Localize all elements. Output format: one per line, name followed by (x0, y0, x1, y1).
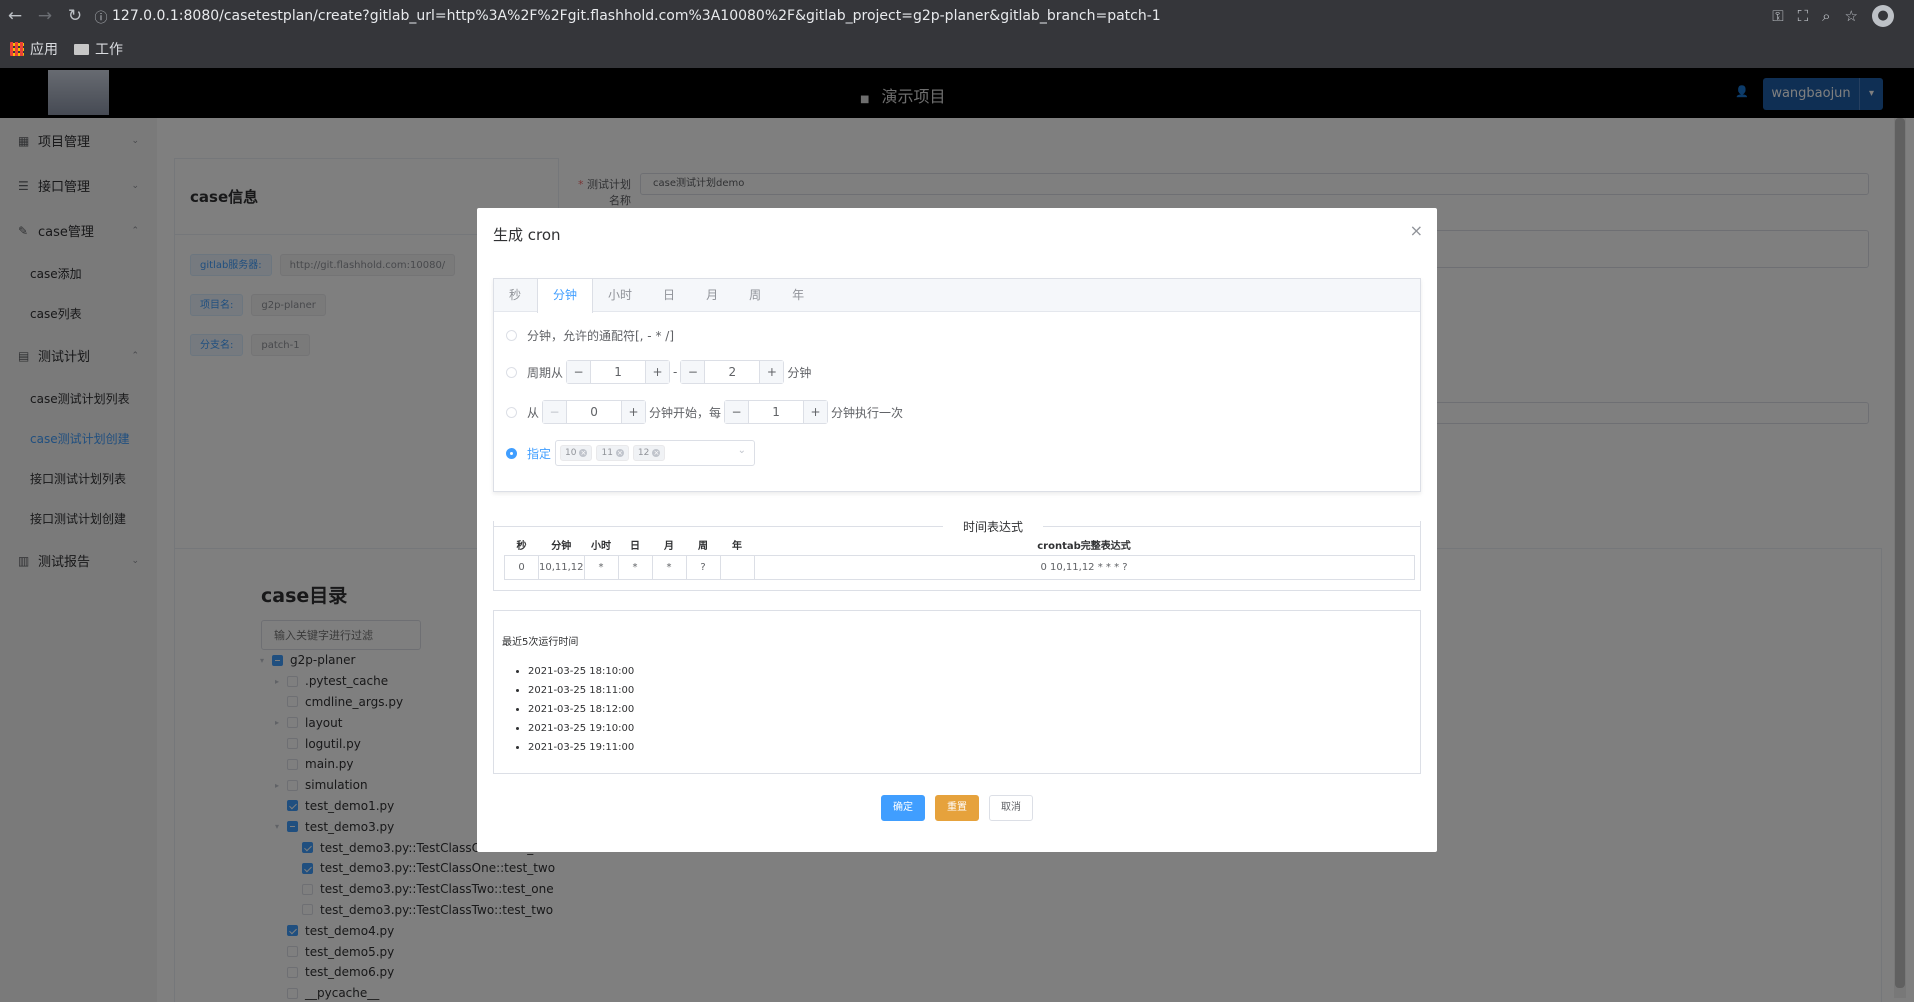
plus-icon[interactable]: + (803, 401, 828, 423)
minus-icon[interactable]: − (543, 401, 568, 423)
recent-runs-panel: 最近5次运行时间 2021-03-25 18:10:002021-03-25 1… (493, 610, 1421, 774)
recent-runs-list: 2021-03-25 18:10:002021-03-25 18:11:0020… (528, 662, 1412, 757)
tab-5[interactable]: 周 (734, 279, 777, 311)
select-chip[interactable]: 10 × (560, 445, 593, 461)
translate-icon[interactable]: ⛶ (1798, 7, 1809, 25)
expr-header: 月 (664, 541, 675, 553)
select-chip[interactable]: 11 × (596, 445, 629, 461)
bookmark-work[interactable]: 工作 (74, 39, 123, 59)
minus-icon[interactable]: − (567, 361, 592, 383)
cron-tabs: 秒分钟 小时日月周年 分钟，允许的通配符[, - * /] 周期从 −1 + - −… (493, 278, 1421, 492)
expr-value: 10,11,12 (538, 554, 585, 580)
cron-dialog: 生成 cron × 秒分钟 小时日月周年 分钟，允许的通配符[, - * /] 周… (477, 208, 1437, 852)
option-specify[interactable]: 指定 10 × 11 × 12 × ⌄ (506, 440, 756, 466)
expr-header: 年 (732, 541, 743, 553)
recent-runs-title: 最近5次运行时间 (502, 637, 579, 648)
radio[interactable] (506, 366, 517, 378)
tab-6[interactable]: 年 (777, 279, 820, 311)
select-chip[interactable]: 12 × (632, 445, 666, 461)
reset-button[interactable]: 重置 (935, 795, 979, 821)
option-period[interactable]: 周期从 −1 + - −2 + 分钟 (506, 360, 811, 384)
plus-icon[interactable]: + (759, 361, 784, 383)
tab-1[interactable]: 分钟 (537, 279, 594, 313)
tab-0[interactable]: 秒 (494, 279, 537, 311)
cancel-button[interactable]: 取消 (989, 795, 1033, 821)
period-from-stepper[interactable]: −1 + (566, 360, 671, 384)
key-icon[interactable]: ⚿ (1772, 7, 1783, 25)
address-bar[interactable]: 127.0.0.1:8080/casetestplan/create?gitla… (112, 8, 1772, 24)
start-stepper[interactable]: −0 + (542, 400, 647, 424)
expr-value: * (617, 554, 653, 580)
expr-value: * (583, 554, 619, 580)
expression-panel: 秒分钟 小时日月周年 crontab完整表达式 0 10,11,12 * * *? 0 10,… (493, 521, 1421, 591)
forward-icon[interactable]: → (30, 6, 60, 26)
option-interval[interactable]: 从 −0 + 分钟开始，每 −1 + 分钟执行一次 (506, 400, 903, 424)
remove-icon[interactable]: × (652, 449, 661, 457)
reload-icon[interactable]: ↻ (60, 6, 90, 26)
plus-icon[interactable]: + (621, 401, 646, 423)
expr-header: 周 (698, 541, 709, 553)
plus-icon[interactable]: + (645, 361, 670, 383)
zoom-icon[interactable]: ⌕ (1822, 7, 1830, 25)
expr-value: 0 (504, 554, 539, 580)
period-to-stepper[interactable]: −2 + (680, 360, 785, 384)
back-icon[interactable]: ← (0, 6, 30, 26)
expr-header: 小时 (591, 541, 612, 553)
remove-icon[interactable]: × (579, 449, 588, 457)
minus-icon[interactable]: − (681, 361, 706, 383)
run-time-item: 2021-03-25 18:12:00 (528, 700, 1412, 719)
expr-value (719, 554, 755, 580)
expr-header: 日 (630, 541, 641, 553)
radio[interactable] (506, 330, 517, 341)
remove-icon[interactable]: × (615, 449, 624, 457)
crontab-header: crontab完整表达式 (1037, 541, 1131, 553)
tab-3[interactable]: 日 (648, 279, 691, 311)
profile-icon[interactable]: ● (1872, 5, 1894, 27)
expr-value: ? (685, 554, 721, 580)
star-icon[interactable]: ☆ (1845, 7, 1858, 25)
minute-multi-select[interactable]: 10 × 11 × 12 × ⌄ (555, 440, 756, 466)
tab-4[interactable]: 月 (691, 279, 734, 311)
chevron-down-icon[interactable]: ⌄ (738, 445, 746, 456)
expr-header: 分钟 (551, 541, 572, 553)
apps-icon (10, 42, 24, 56)
expr-header: 秒 (516, 541, 527, 553)
bookmark-apps[interactable]: 应用 (10, 39, 58, 59)
info-icon[interactable]: ⓘ (90, 7, 112, 26)
dialog-buttons: 确定 重置 取消 (881, 795, 1033, 821)
expression-table: 秒分钟 小时日月周年 crontab完整表达式 0 10,11,12 * * *? 0 10,… (504, 535, 1415, 580)
run-time-item: 2021-03-25 19:11:00 (528, 738, 1412, 757)
expr-value: * (651, 554, 687, 580)
run-time-item: 2021-03-25 18:11:00 (528, 681, 1412, 700)
tab-header: 秒分钟 小时日月周年 (494, 279, 1420, 313)
option-wildcard[interactable]: 分钟，允许的通配符[, - * /] (506, 327, 674, 344)
browser-chrome: ← → ↻ ⓘ 127.0.0.1:8080/casetestplan/crea… (0, 0, 1914, 68)
minus-icon[interactable]: − (725, 401, 750, 423)
run-time-item: 2021-03-25 18:10:00 (528, 662, 1412, 681)
tab-2[interactable]: 小时 (593, 279, 648, 311)
close-icon[interactable]: × (1410, 221, 1423, 240)
run-time-item: 2021-03-25 19:10:00 (528, 719, 1412, 738)
folder-icon (74, 43, 89, 55)
radio-selected[interactable] (506, 447, 517, 459)
dialog-title: 生成 cron (493, 226, 561, 244)
radio[interactable] (506, 406, 517, 418)
confirm-button[interactable]: 确定 (881, 795, 925, 821)
crontab-value: 0 10,11,12 * * * ? (753, 554, 1415, 580)
step-stepper[interactable]: −1 + (724, 400, 829, 424)
